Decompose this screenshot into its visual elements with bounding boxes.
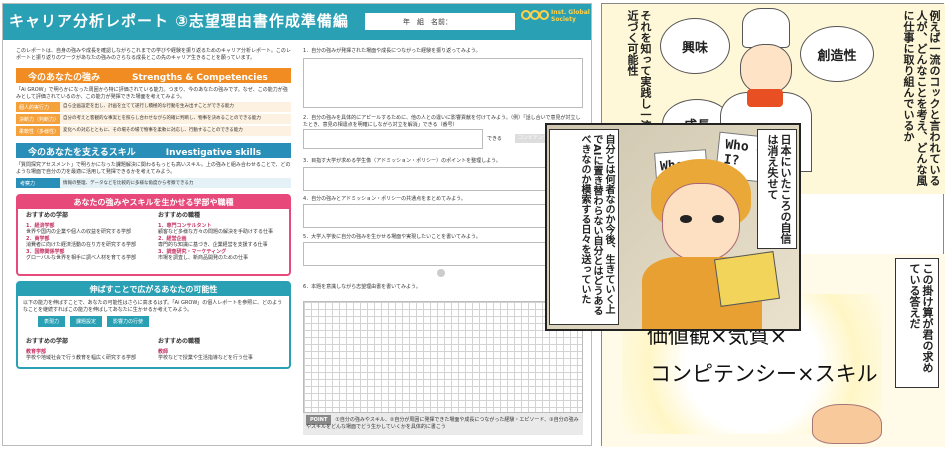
strength-value: 自ら企画設定を出し、計画を立てて遂行し積極的な行動を生み出すことができる能力 (60, 102, 291, 112)
question-2-suffix: できる (487, 136, 502, 142)
growth-faculty-column: おすすめの学部 教育学部 学校や地域社会で行う教育を幅広く研究する学部 (26, 338, 151, 362)
skills-description: 「質問探究アセスメント」で明らかになった課題解決に関わるもっとも高いスキル。上の… (16, 162, 291, 175)
chef-hat-icon (742, 8, 790, 48)
report-header: キャリア分析レポート ③志望理由書作成準備編 年 組 名前： Inst. Glo… (3, 4, 591, 40)
strength-row: 柔軟性（多様性） 変化への対応とともに、その場その場で物事を柔軟に対応し、行動する… (16, 126, 291, 136)
eye-icon (680, 215, 692, 223)
fields-heading: あなたの強みやスキルを生かせる学部や職種 (18, 196, 289, 209)
point-box: POINT ①自分の強みやスキル、②自分が周囲に発揮できた場面や成長につながった経… (303, 413, 583, 435)
strength-row: 決断力（判断力） 自分の考えと客観的な事実とを照らし合わせながら的確に判断し、物事… (16, 114, 291, 124)
job-list: 1．専門コンサルタント 顧客など多様な方々の問題の解決を手助けする仕事 2．経営企画… (158, 223, 283, 262)
growth-job-heading: おすすめの職種 (158, 338, 201, 345)
answer-box-1 (303, 58, 583, 108)
growth-chip: 影響力の行使 (107, 316, 150, 327)
name-field: 年 組 名前： (365, 13, 515, 30)
strengths-heading-en: Strengths & Competencies (132, 73, 268, 83)
growth-box: 伸ばすことで広がるあなたの可能性 以下の能力を伸ばすことで、あなたの可能性はさら… (16, 281, 291, 369)
question-6: 6．本題を意識しながら志望理由書を書いてみよう。 (303, 284, 421, 290)
logo-circle-icon (539, 10, 549, 20)
open-book-icon (713, 251, 781, 307)
skill-value: 情報の整理、データなどを比較的に多様な角度から考察できる力 (60, 178, 291, 188)
fields-box: あなたの強みやスキルを生かせる学部や職種 おすすめの学部 1．経済学部 世界や国内… (16, 194, 291, 276)
growth-job-desc: 学校などで授業や生活指導などを行う仕事 (158, 355, 253, 361)
question-5: 5．大学入学後に自分の強みを生かせる場面や実現したいことを書いてみよう。 (303, 234, 481, 240)
growth-description: 以下の能力を伸ばすことで、あなたの可能性はさらに高まるはず。「Ai GROW」の… (23, 300, 283, 313)
down-arrow-icon (437, 269, 445, 277)
faculty-heading: おすすめの学部 (26, 212, 69, 219)
bubble-interest: 興味 (660, 18, 730, 74)
strengths-table: 個人的実行力 自ら企画設定を出し、計画を立てて遂行し積極的な行動を生み出すことがで… (16, 102, 291, 136)
growth-faculty-heading: おすすめの学部 (26, 338, 69, 345)
logo-text: Inst. Global Society (551, 9, 590, 23)
strength-value: 自分の考えと客観的な事実とを照らし合わせながら的確に判断し、物事を決めることので… (60, 114, 291, 124)
manga-panel-student: Who Who am I? 自分とは何者なのか今後、生きていく上でAIに置き替わ… (545, 123, 801, 331)
faculty-item: グローバルな世界を相手に調べ人材を育てる学部 (26, 255, 136, 261)
report-intro: このレポートは、自身の強みや成長を確認しながらこれまでの学びや経験を振り返るため… (16, 48, 291, 61)
eye-icon (712, 215, 724, 223)
skill-key: 考察力 (16, 178, 60, 188)
student-face (662, 183, 740, 261)
student-narration-1: 日本にいたころの自信は消え失せて (757, 129, 797, 249)
hand-illustration (812, 404, 882, 444)
chef-face (740, 44, 792, 94)
strength-row: 個人的実行力 自ら企画設定を出し、計画を立てて遂行し積極的な行動を生み出すことがで… (16, 102, 291, 112)
job-column: おすすめの職種 1．専門コンサルタント 顧客など多様な方々の問題の解決を手助けする… (158, 212, 283, 262)
point-text: ①自分の強みやスキル、②自分が周囲に発揮できた場面や成長につながった経験・エピソ… (306, 417, 579, 430)
formula-narration: この掛け算が君の求めている答えだ (895, 258, 939, 388)
growth-job-column: おすすめの職種 教師 学校などで授業や生活指導などを行う仕事 (158, 338, 283, 362)
formula-line-2: コンピテンシー×スキル (650, 362, 878, 386)
growth-chip: 課題設定 (70, 316, 103, 327)
career-report-sheet: キャリア分析レポート ③志望理由書作成準備編 年 組 名前： Inst. Glo… (2, 3, 592, 446)
student-narration-2: 自分とは何者なのか今後、生きていく上でAIに置き替わらない自分とはどうあるべきな… (549, 129, 619, 325)
faculty-list: 1．経済学部 世界や国内の企業や個人の収益を研究する学部 2．商学部 消費者に向けた経… (26, 223, 151, 262)
growth-chip: 表現力 (38, 316, 66, 327)
strength-key: 柔軟性（多様性） (16, 126, 60, 136)
bubble-creativity: 創造性 (800, 26, 874, 82)
writing-grid (303, 301, 583, 413)
report-left-column: このレポートは、自身の強みや成長を確認しながらこれまでの学びや経験を振り返るため… (16, 48, 291, 369)
strength-value: 変化への対応とともに、その場その場で物事を柔軟に対応し、行動することのできる能力 (60, 126, 291, 136)
skill-row: 考察力 情報の整理、データなどを比較的に多様な角度から考察できる力 (16, 178, 291, 188)
answer-box-3 (303, 167, 583, 191)
strengths-description: 「Ai GROW」で明らかになった周囲から特に評価されている能力。つまり、今のあ… (16, 87, 288, 100)
answer-box-5 (303, 242, 583, 266)
institute-logo: Inst. Global Society (521, 8, 591, 36)
report-title: キャリア分析レポート ③志望理由書作成準備編 (9, 12, 349, 30)
answer-box-2 (303, 129, 483, 149)
faculty-column: おすすめの学部 1．経済学部 世界や国内の企業や個人の収益を研究する学部 2．商学部… (26, 212, 151, 262)
skills-heading-en: Investigative skills (165, 148, 262, 158)
chef-scarf (747, 89, 783, 107)
strengths-heading: 今のあなたの強み Strengths & Competencies (16, 68, 291, 83)
faculty-item: 消費者に向けた経済活動の在り方を研究する学部 (26, 242, 137, 248)
growth-faculty-desc: 学校や地域社会で行う教育を幅広く研究する学部 (26, 355, 137, 361)
skills-heading: 今のあなたを支えるスキル Investigative skills (16, 143, 291, 158)
growth-heading: 伸ばすことで広がるあなたの可能性 (18, 283, 289, 296)
growth-chips: 表現力 課題設定 影響力の行使 (18, 316, 289, 327)
question-3: 3．目指す大学が求める学生像（アドミッション・ポリシー）のポイントを整理しよう。 (303, 158, 501, 164)
job-item: 顧客など多様な方々の問題の解決を手助けする仕事 (158, 229, 274, 235)
question-1: 1．自分の強みが発揮された場面や成長につながった経験を振り返ってみよう。 (303, 48, 481, 54)
question-2: 2．自分の強みを具体的にアピールするために、他の人との違いに影響貢献を付けてみよ… (303, 115, 581, 128)
chef-narration: 例えば一流のコックと言われている人が、どんなことを考え、どんな風に仕事に取り組ん… (902, 10, 941, 186)
strength-key: 個人的実行力 (16, 102, 60, 112)
job-item: 専門的な知識に基づき、企業経営を支援する仕事 (158, 242, 268, 248)
answer-box-4 (303, 204, 583, 228)
job-item: 市場を調査し、新商品開発のための仕事 (158, 255, 249, 261)
question-4: 4．自分の強みとアドミッション・ポリシーの共通点をまとめてみよう。 (303, 196, 466, 202)
job-heading: おすすめの職種 (158, 212, 201, 219)
strength-key: 決断力（判断力） (16, 114, 60, 124)
